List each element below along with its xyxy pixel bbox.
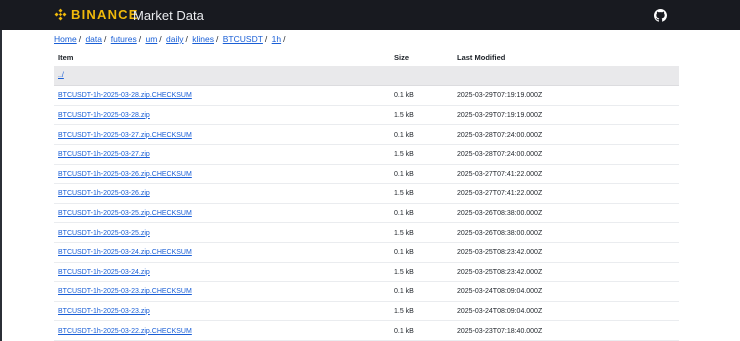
file-last-modified: 2025-03-24T08:09:04.000Z: [457, 288, 543, 296]
table-row: BTCUSDT-1h-2025-03-27.zip 1.5 kB 2025-03-2…: [54, 145, 679, 165]
file-size: 1.5 kB: [394, 151, 414, 159]
file-size: 1.5 kB: [394, 229, 414, 237]
breadcrumb: Home / data / futures / um / daily / klines / …: [54, 34, 286, 44]
file-link[interactable]: BTCUSDT-1h-2025-03-26.zip: [58, 190, 150, 197]
column-header-item: Item: [58, 53, 74, 62]
column-header-size: Size: [394, 53, 410, 62]
window-edge: [0, 0, 2, 341]
breadcrumb-daily[interactable]: daily: [166, 34, 183, 44]
file-size: 0.1 kB: [394, 170, 414, 178]
file-size: 0.1 kB: [394, 131, 414, 139]
breadcrumb-interval[interactable]: 1h: [272, 34, 281, 44]
column-header-modified: Last Modified: [457, 53, 506, 62]
file-size: 0.1 kB: [394, 92, 414, 100]
file-link[interactable]: BTCUSDT-1h-2025-03-22.zip.CHECKSUM: [58, 328, 192, 335]
file-link[interactable]: BTCUSDT-1h-2025-03-23.zip.CHECKSUM: [58, 288, 192, 295]
top-navbar: BINANCE Market Data: [0, 0, 740, 30]
file-last-modified: 2025-03-29T07:19:19.000Z: [457, 111, 543, 119]
file-last-modified: 2025-03-26T08:38:00.000Z: [457, 209, 543, 217]
table-row: BTCUSDT-1h-2025-03-24.zip.CHECKSUM 0.1 kB…: [54, 243, 679, 263]
file-link[interactable]: BTCUSDT-1h-2025-03-24.zip.CHECKSUM: [58, 249, 192, 256]
file-size: 1.5 kB: [394, 111, 414, 119]
table-row: BTCUSDT-1h-2025-03-26.zip.CHECKSUM 0.1 kB…: [54, 165, 679, 185]
file-last-modified: 2025-03-25T08:23:42.000Z: [457, 249, 543, 257]
table-row: BTCUSDT-1h-2025-03-28.zip.CHECKSUM 0.1 kB…: [54, 86, 679, 106]
table-row: BTCUSDT-1h-2025-03-23.zip.CHECKSUM 0.1 kB…: [54, 282, 679, 302]
table-row: BTCUSDT-1h-2025-03-28.zip 1.5 kB 2025-03-2…: [54, 106, 679, 126]
table-row: BTCUSDT-1h-2025-03-26.zip 1.5 kB 2025-03-2…: [54, 184, 679, 204]
file-last-modified: 2025-03-25T08:23:42.000Z: [457, 268, 543, 276]
file-last-modified: 2025-03-27T07:41:22.000Z: [457, 170, 543, 178]
binance-diamond-icon: [54, 8, 67, 21]
file-link[interactable]: BTCUSDT-1h-2025-03-24.zip: [58, 269, 150, 276]
file-size: 0.1 kB: [394, 288, 414, 296]
binance-logo[interactable]: BINANCE: [53, 7, 139, 22]
file-link[interactable]: BTCUSDT-1h-2025-03-25.zip: [58, 230, 150, 237]
breadcrumb-klines[interactable]: klines: [192, 34, 214, 44]
file-last-modified: 2025-03-28T07:24:00.000Z: [457, 131, 543, 139]
file-size: 0.1 kB: [394, 249, 414, 257]
table-row: BTCUSDT-1h-2025-03-24.zip 1.5 kB 2025-03-2…: [54, 263, 679, 283]
table-row: BTCUSDT-1h-2025-03-25.zip 1.5 kB 2025-03-2…: [54, 224, 679, 244]
file-link[interactable]: BTCUSDT-1h-2025-03-26.zip.CHECKSUM: [58, 171, 192, 178]
file-last-modified: 2025-03-27T07:41:22.000Z: [457, 190, 543, 198]
breadcrumb-symbol[interactable]: BTCUSDT: [223, 34, 263, 44]
breadcrumb-home[interactable]: Home: [54, 34, 77, 44]
table-row: BTCUSDT-1h-2025-03-27.zip.CHECKSUM 0.1 kB…: [54, 126, 679, 146]
file-link[interactable]: BTCUSDT-1h-2025-03-23.zip: [58, 308, 150, 315]
file-last-modified: 2025-03-23T07:18:40.000Z: [457, 327, 543, 335]
file-last-modified: 2025-03-26T08:38:00.000Z: [457, 229, 543, 237]
file-link[interactable]: BTCUSDT-1h-2025-03-28.zip.CHECKSUM: [58, 92, 192, 99]
file-size: 0.1 kB: [394, 209, 414, 217]
breadcrumb-data[interactable]: data: [85, 34, 102, 44]
file-link[interactable]: BTCUSDT-1h-2025-03-25.zip.CHECKSUM: [58, 210, 192, 217]
table-row: BTCUSDT-1h-2025-03-25.zip.CHECKSUM 0.1 kB…: [54, 204, 679, 224]
page-title: Market Data: [133, 8, 204, 23]
breadcrumb-um[interactable]: um: [145, 34, 157, 44]
file-size: 1.5 kB: [394, 268, 414, 276]
file-last-modified: 2025-03-24T08:09:04.000Z: [457, 307, 543, 315]
file-size: 1.5 kB: [394, 307, 414, 315]
table-header: Item Size Last Modified: [54, 49, 679, 65]
brand-wordmark: BINANCE: [71, 7, 139, 22]
file-link[interactable]: BTCUSDT-1h-2025-03-27.zip.CHECKSUM: [58, 132, 192, 139]
file-last-modified: 2025-03-28T07:24:00.000Z: [457, 151, 543, 159]
file-size: 0.1 kB: [394, 327, 414, 335]
file-size: 1.5 kB: [394, 190, 414, 198]
breadcrumb-futures[interactable]: futures: [111, 34, 137, 44]
file-link[interactable]: BTCUSDT-1h-2025-03-27.zip: [58, 151, 150, 158]
github-icon[interactable]: [654, 9, 667, 22]
table-row: BTCUSDT-1h-2025-03-22.zip.CHECKSUM 0.1 kB…: [54, 322, 679, 341]
table-row: BTCUSDT-1h-2025-03-23.zip 1.5 kB 2025-03-2…: [54, 302, 679, 322]
parent-directory-link[interactable]: ../: [58, 72, 64, 79]
file-link[interactable]: BTCUSDT-1h-2025-03-28.zip: [58, 112, 150, 119]
parent-directory-row: ../: [54, 66, 679, 86]
file-last-modified: 2025-03-29T07:19:19.000Z: [457, 92, 543, 100]
